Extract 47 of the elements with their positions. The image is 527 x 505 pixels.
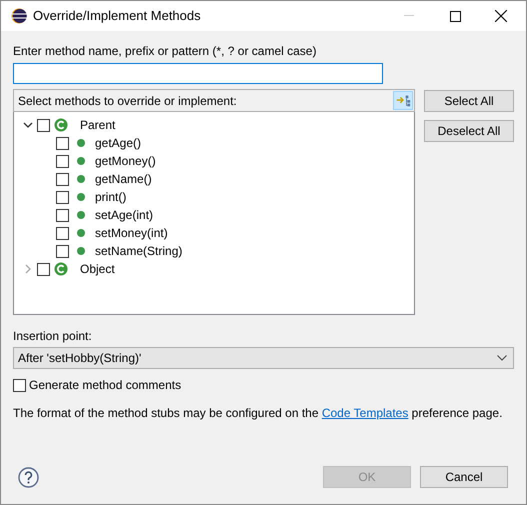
method-name[interactable]: setMoney(int)	[95, 224, 168, 242]
method-name[interactable]: setName(String)	[95, 242, 182, 260]
method-dot-icon	[77, 193, 85, 201]
window-title: Override/Implement Methods	[33, 7, 201, 26]
method-name[interactable]: getMoney()	[95, 152, 156, 170]
checkbox[interactable]	[56, 136, 69, 150]
checkbox[interactable]	[56, 226, 69, 240]
insertion-label: Insertion point:	[13, 328, 93, 343]
method-dot-icon	[77, 175, 85, 183]
checkbox[interactable]	[56, 154, 69, 168]
arrow-hierarchy-icon[interactable]	[393, 91, 413, 110]
method-name[interactable]: print()	[95, 188, 126, 206]
code-templates-link[interactable]: Code Templates	[322, 406, 408, 420]
insertion-dropdown[interactable]: After 'setHobby(String)'	[13, 347, 514, 369]
method-dot-icon	[77, 139, 85, 147]
checkbox-label[interactable]: Generate method comments	[29, 376, 182, 394]
filter-label: Enter method name, prefix or pattern (*, ? or camel case)	[13, 43, 318, 58]
app-logo-icon	[11, 8, 27, 24]
checkbox[interactable]	[56, 244, 69, 258]
method-dot-icon	[77, 229, 85, 237]
class-name[interactable]: Object	[80, 260, 115, 278]
checkbox[interactable]	[56, 172, 69, 186]
class-icon	[54, 118, 68, 132]
tree-label: Select methods to override or implement:	[18, 92, 237, 110]
side-button[interactable]: Select All	[424, 90, 514, 112]
method-name[interactable]: getName()	[95, 170, 152, 188]
method-name[interactable]: setAge(int)	[95, 206, 154, 224]
close-icon[interactable]	[495, 10, 507, 22]
checkbox[interactable]	[56, 190, 69, 204]
maximize-icon[interactable]	[450, 10, 461, 22]
side-button[interactable]: Deselect All	[424, 120, 514, 142]
chevron-down-icon[interactable]	[23, 120, 33, 130]
method-dot-icon	[77, 247, 85, 255]
checkbox[interactable]	[13, 378, 26, 392]
filter-field[interactable]	[13, 63, 383, 84]
checkbox[interactable]	[37, 262, 50, 276]
method-dot-icon	[77, 211, 85, 219]
method-dot-icon	[77, 157, 85, 165]
class-name[interactable]: Parent	[80, 116, 116, 134]
class-icon	[54, 262, 68, 276]
dialog-button[interactable]: Cancel	[420, 466, 508, 488]
chevron-down-icon	[497, 355, 507, 361]
method-name[interactable]: getAge()	[95, 134, 142, 152]
info-text: The format of the method stubs may be configured on the Code Templates preference page.	[13, 405, 504, 422]
help-icon[interactable]	[18, 466, 39, 488]
checkbox[interactable]	[37, 118, 50, 132]
checkbox[interactable]	[56, 208, 69, 222]
